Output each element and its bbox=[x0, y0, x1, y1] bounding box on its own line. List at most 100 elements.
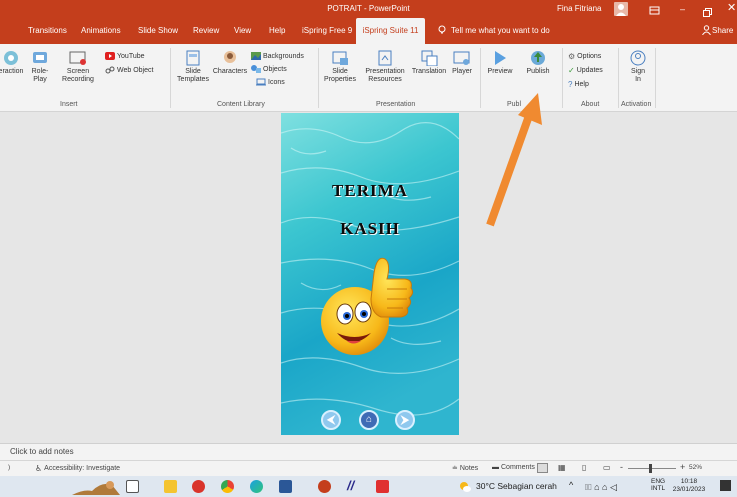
user-name[interactable]: Fina Fitriana bbox=[557, 4, 601, 13]
interaction-button[interactable]: eraction bbox=[0, 50, 24, 76]
slide-canvas[interactable]: TERIMA KASIH ⮜ ⌂ ⮞ bbox=[281, 113, 459, 435]
translation-button[interactable]: Translation bbox=[410, 50, 448, 76]
separator bbox=[170, 48, 171, 108]
presentation-resources-button[interactable]: Presentation Resources bbox=[360, 50, 410, 84]
person-icon bbox=[702, 25, 711, 36]
screen-recording-label: Screen Recording bbox=[62, 68, 94, 83]
tab-view[interactable]: View bbox=[234, 18, 251, 44]
backgrounds-button[interactable]: Backgrounds bbox=[251, 52, 304, 60]
slide-sorter-icon[interactable]: ▦ bbox=[558, 463, 566, 472]
slide-templates-label: Slide Templates bbox=[177, 68, 209, 83]
app-icon[interactable] bbox=[192, 480, 205, 493]
options-button[interactable]: ⚙ Options bbox=[568, 52, 601, 61]
close-icon[interactable]: ✕ bbox=[727, 1, 736, 14]
normal-view-icon[interactable] bbox=[537, 463, 548, 473]
slide-properties-label: Slide Properties bbox=[324, 68, 356, 83]
notes-toggle[interactable]: ≐ Notes bbox=[452, 464, 479, 473]
app-icon-red[interactable] bbox=[376, 480, 389, 493]
updates-label: Updates bbox=[576, 67, 603, 74]
notification-icon[interactable] bbox=[720, 480, 731, 491]
publish-button[interactable]: Publish bbox=[522, 50, 554, 76]
tell-me-search[interactable]: Tell me what you want to do bbox=[451, 18, 550, 44]
notes-label: Notes bbox=[459, 464, 479, 472]
prev-arrow-icon[interactable]: ⮜ bbox=[321, 410, 341, 430]
characters-button[interactable]: Characters bbox=[212, 50, 248, 76]
zoom-level[interactable]: 52% bbox=[689, 464, 702, 471]
tab-transitions[interactable]: Transitions bbox=[28, 18, 67, 44]
notes-icon: ≐ bbox=[452, 465, 458, 472]
tab-animations[interactable]: Animations bbox=[81, 18, 121, 44]
about-group-label: About bbox=[581, 101, 600, 108]
preview-button[interactable]: Preview bbox=[485, 50, 515, 76]
separator bbox=[562, 48, 563, 108]
restore-icon[interactable] bbox=[703, 4, 712, 17]
edge-icon[interactable] bbox=[250, 480, 263, 493]
icons-button[interactable]: Icons bbox=[256, 78, 285, 86]
content-library-group-label: Content Library bbox=[217, 101, 265, 108]
activation-group-label: Activation bbox=[621, 101, 652, 108]
word-icon[interactable] bbox=[279, 480, 292, 493]
chevron-up-icon[interactable]: ^ bbox=[569, 480, 573, 490]
gear-icon: ⚙ bbox=[568, 52, 576, 61]
next-arrow-icon[interactable]: ⮞ bbox=[395, 410, 415, 430]
language-indicator[interactable]: ENG INTL bbox=[651, 478, 665, 492]
comments-label: Comments bbox=[501, 464, 535, 471]
avatar[interactable] bbox=[614, 2, 628, 16]
objects-icon bbox=[251, 65, 261, 73]
tab-ispring-suite[interactable]: iSpring Suite 11 bbox=[356, 18, 425, 44]
options-label: Options bbox=[577, 53, 602, 60]
zoom-slider-thumb[interactable] bbox=[649, 464, 652, 473]
zoom-out-icon[interactable]: - bbox=[620, 462, 623, 472]
screen-recording-button[interactable]: Screen Recording bbox=[58, 50, 98, 84]
tab-review[interactable]: Review bbox=[193, 18, 219, 44]
lang-code: ENG bbox=[651, 478, 666, 485]
file-explorer-icon[interactable] bbox=[164, 480, 177, 493]
objects-button[interactable]: Objects bbox=[251, 65, 287, 73]
chrome-icon[interactable] bbox=[221, 480, 234, 493]
backgrounds-icon bbox=[251, 52, 261, 60]
system-tray-icons[interactable]: 🗉 ⌂ ⌂ ◁ bbox=[585, 480, 617, 496]
characters-icon bbox=[224, 51, 236, 63]
slideshow-icon[interactable]: ▭ bbox=[603, 463, 611, 472]
reading-view-icon[interactable]: ▯ bbox=[582, 463, 586, 472]
powerpoint-icon[interactable] bbox=[318, 480, 331, 493]
notes-pane[interactable]: Click to add notes bbox=[0, 443, 737, 460]
tab-slide-show[interactable]: Slide Show bbox=[138, 18, 178, 44]
web-object-button[interactable]: Web Object bbox=[105, 66, 153, 74]
annotation-arrow bbox=[486, 93, 542, 227]
ribbon-display-icon[interactable] bbox=[649, 3, 660, 15]
weather-text[interactable]: 30°C Sebagian cerah bbox=[476, 481, 557, 491]
slide-title-line2: KASIH bbox=[340, 219, 400, 238]
clock-date: 23/01/2023 bbox=[672, 486, 706, 493]
zoom-slider[interactable] bbox=[628, 468, 676, 469]
tab-ispring-free[interactable]: iSpring Free 9 bbox=[302, 18, 352, 44]
youtube-button[interactable]: YouTube bbox=[105, 52, 145, 60]
accessibility-label: Accessibility: Investigate bbox=[44, 465, 121, 472]
slide-properties-button[interactable]: Slide Properties bbox=[322, 50, 358, 84]
minimize-icon[interactable]: – bbox=[680, 4, 685, 14]
zoom-in-icon[interactable]: + bbox=[680, 462, 685, 472]
task-view-icon[interactable] bbox=[126, 480, 139, 493]
icons-label: Icons bbox=[268, 78, 285, 86]
updates-button[interactable]: ✓ Updates bbox=[568, 66, 603, 75]
accessibility-button[interactable]: ♿ Accessibility: Investigate bbox=[35, 464, 120, 473]
share-button[interactable]: Share bbox=[712, 18, 733, 44]
help-button[interactable]: ? Help bbox=[568, 80, 589, 89]
sign-in-button[interactable]: Sign In bbox=[624, 50, 652, 84]
separator bbox=[655, 48, 656, 108]
preview-label: Preview bbox=[487, 68, 513, 75]
tab-help[interactable]: Help bbox=[269, 18, 285, 44]
accessibility-icon: ♿ bbox=[35, 464, 43, 473]
status-bar: ) ♿ Accessibility: Investigate ≐ Notes ▬… bbox=[0, 460, 737, 476]
comments-toggle[interactable]: ▬ Comments bbox=[492, 464, 535, 471]
separator bbox=[618, 48, 619, 108]
slide-templates-button[interactable]: Slide Templates bbox=[175, 50, 211, 84]
player-button[interactable]: Player bbox=[448, 50, 476, 76]
roleplay-button[interactable]: Role- Play bbox=[27, 50, 53, 84]
editor-icon[interactable]: // bbox=[347, 478, 354, 493]
icons-icon bbox=[256, 78, 266, 86]
notes-placeholder: Click to add notes bbox=[10, 447, 74, 456]
home-icon[interactable]: ⌂ bbox=[359, 410, 379, 430]
slide-properties-icon bbox=[332, 51, 348, 65]
clock[interactable]: 10:18 23/01/2023 bbox=[670, 478, 708, 494]
